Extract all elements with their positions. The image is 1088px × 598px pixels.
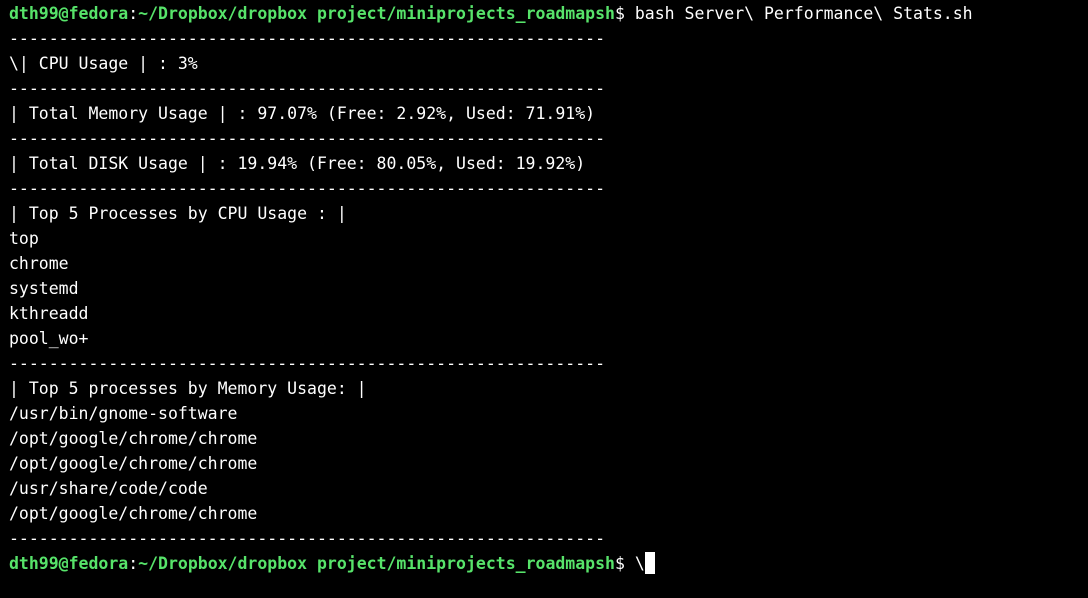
cpu-usage-line: \| CPU Usage | : 3% [9, 54, 198, 73]
top-cpu-process: chrome [9, 254, 69, 273]
top-memory-process: /usr/share/code/code [9, 479, 208, 498]
current-input[interactable]: \ [635, 554, 645, 573]
top-cpu-process: systemd [9, 279, 79, 298]
memory-usage-line: | Total Memory Usage | : 97.07% (Free: 2… [9, 104, 596, 123]
text-cursor [644, 552, 655, 574]
prompt-path: ~/Dropbox/dropbox project/miniprojects_r… [138, 4, 615, 23]
top-cpu-process: kthreadd [9, 304, 89, 323]
top-memory-process: /opt/google/chrome/chrome [9, 429, 258, 448]
separator-line: ----------------------------------------… [9, 179, 606, 198]
top-memory-process: /opt/google/chrome/chrome [9, 504, 258, 523]
separator-line: ----------------------------------------… [9, 29, 606, 48]
separator-line: ----------------------------------------… [9, 354, 606, 373]
terminal-window[interactable]: dth99@fedora:~/Dropbox/dropbox project/m… [0, 0, 1088, 598]
separator-line: ----------------------------------------… [9, 529, 606, 548]
top-cpu-process: top [9, 229, 39, 248]
top-cpu-header: | Top 5 Processes by CPU Usage : | [9, 204, 347, 223]
top-memory-header: | Top 5 processes by Memory Usage: | [9, 379, 367, 398]
separator-line: ----------------------------------------… [9, 79, 606, 98]
top-cpu-process: pool_wo+ [9, 329, 89, 348]
command-line: dth99@fedora:~/Dropbox/dropbox project/m… [9, 1, 1088, 26]
prompt-path: ~/Dropbox/dropbox project/miniprojects_r… [138, 554, 615, 573]
separator-line: ----------------------------------------… [9, 129, 606, 148]
prompt-colon: : [128, 554, 139, 573]
top-memory-process: /opt/google/chrome/chrome [9, 454, 258, 473]
prompt-symbol: $ [614, 554, 635, 573]
executed-command: bash Server\ Performance\ Stats.sh [634, 4, 973, 23]
prompt-user-host: dth99@fedora [9, 554, 129, 573]
top-memory-process: /usr/bin/gnome-software [9, 404, 238, 423]
prompt-symbol: $ [614, 4, 635, 23]
disk-usage-line: | Total DISK Usage | : 19.94% (Free: 80.… [9, 154, 586, 173]
active-prompt-line[interactable]: dth99@fedora:~/Dropbox/dropbox project/m… [9, 551, 1088, 576]
prompt-user-host: dth99@fedora [9, 4, 129, 23]
prompt-colon: : [128, 4, 139, 23]
